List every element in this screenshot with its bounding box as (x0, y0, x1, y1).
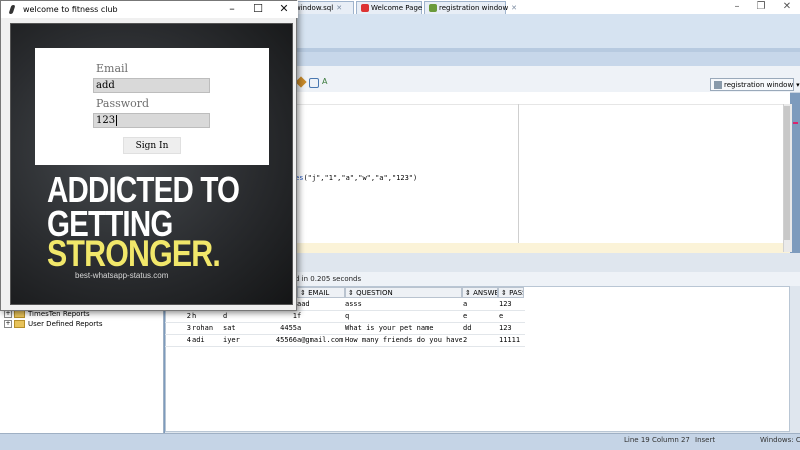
tab-label: Welcome Page (371, 4, 423, 12)
edit-mode: Insert (695, 436, 716, 444)
sort-icon: ⇕ (501, 289, 507, 297)
editor-scrollbar-thumb[interactable] (784, 106, 790, 240)
cell-phone: 1 (292, 312, 297, 320)
tab-label: window.sql (295, 4, 334, 12)
table-row[interactable]: 3 rohan sat 4455 a What is your pet name… (165, 323, 525, 335)
tab-registration-window[interactable]: registration window ✕ (424, 1, 517, 14)
error-marker (793, 122, 798, 124)
explain-plan-icon[interactable] (309, 78, 319, 88)
tree-item-label: User Defined Reports (28, 320, 103, 328)
column-header-answer[interactable]: ⇕ ANSWER (462, 287, 498, 298)
cell-first-name: rohan (192, 324, 214, 332)
sort-icon: ⇕ (465, 289, 471, 297)
cell-first-name: adi (192, 336, 205, 344)
column-header-question[interactable]: ⇕ QUESTION (345, 287, 462, 298)
poster-website: best-whatsapp-status.com (75, 271, 169, 280)
cell-question: q (345, 312, 350, 320)
password-field[interactable]: 123 (93, 113, 210, 128)
close-icon[interactable]: ✕ (336, 4, 342, 12)
connection-select[interactable]: registration window ▾ (710, 78, 800, 91)
text-caret (116, 115, 118, 126)
fitness-login-window: welcome to fitness club – ☐ ✕ Email add … (0, 0, 298, 311)
database-icon (714, 81, 722, 89)
cell-email: a (297, 324, 302, 332)
cell-answer: a (463, 300, 468, 308)
cell-last-name: d (223, 312, 228, 320)
close-button[interactable]: ✕ (271, 1, 297, 18)
query-status-message: d in 0.205 seconds (295, 275, 362, 283)
password-label: Password (96, 97, 150, 110)
row-number: 3 (186, 324, 191, 332)
cell-pass: e (499, 312, 504, 320)
cell-phone: 4455 (280, 324, 297, 332)
code-values: ("j","1","a","w","a","123") (303, 174, 418, 182)
table-row[interactable]: 4 adi iyer 45566 a@gmail.com How many fr… (165, 335, 525, 347)
expand-icon[interactable]: + (4, 320, 12, 328)
sign-in-button[interactable]: Sign In (123, 137, 181, 154)
cell-last-name: iyer (223, 336, 240, 344)
cell-answer: dd (463, 324, 472, 332)
connection-icon (429, 4, 437, 12)
minimize-button[interactable]: – (219, 1, 245, 18)
connection-label: registration window (724, 81, 794, 89)
ide-minimize-button[interactable]: – (726, 0, 748, 14)
tree-item-label: TimesTen Reports (28, 310, 90, 318)
table-row[interactable]: 2 h d 1 f q e e (165, 311, 525, 323)
cell-email: f (297, 312, 302, 320)
password-value: 123 (96, 115, 116, 126)
cell-question: What is your pet name (345, 324, 434, 332)
cell-question: How many friends do you have (345, 336, 462, 344)
tab-window-sql[interactable]: window.sql ✕ (290, 1, 354, 14)
cell-answer: 2 (463, 336, 468, 344)
row-number: 4 (186, 336, 191, 344)
chevron-down-icon: ▾ (796, 81, 800, 89)
email-value: add (96, 80, 115, 91)
window-title: welcome to fitness club (23, 5, 118, 14)
editor-split-divider[interactable] (518, 104, 519, 243)
sort-icon: ⇕ (300, 289, 306, 297)
row-number: 2 (186, 312, 191, 320)
email-field[interactable]: add (93, 78, 210, 93)
cell-pass: 123 (499, 324, 512, 332)
maximize-button[interactable]: ☐ (245, 1, 271, 18)
code-line: es("j","1","a","w","a","123") (295, 174, 417, 182)
ide-maximize-button[interactable]: ❐ (750, 0, 772, 14)
sort-icon: ⇕ (348, 289, 354, 297)
tab-welcome-page[interactable]: Welcome Page✕ (356, 1, 431, 14)
cell-question: asss (345, 300, 362, 308)
cell-last-name: sat (223, 324, 236, 332)
cell-pass: 123 (499, 300, 512, 308)
column-header-email[interactable]: ⇕ EMAIL (297, 287, 345, 298)
expand-icon[interactable]: + (4, 310, 12, 318)
cell-first-name: h (192, 312, 197, 320)
ide-close-button[interactable]: ✕ (776, 0, 798, 14)
folder-icon (14, 310, 25, 318)
cursor-position: Line 19 Column 27 (624, 436, 690, 444)
cell-phone: 45566 (275, 336, 297, 344)
cell-email: a@gmail.com (297, 336, 344, 344)
column-header-pass[interactable]: ⇕ PASS (498, 287, 524, 298)
email-label: Email (96, 62, 129, 75)
autotrace-icon[interactable]: A (322, 77, 327, 86)
poster-line-3: STRONGER. (47, 233, 221, 274)
os-indicator: Windows: CI (760, 436, 800, 444)
close-icon[interactable]: ✕ (511, 4, 517, 12)
oracle-icon (361, 4, 369, 12)
tree-item-user-defined-reports[interactable]: + User Defined Reports (4, 319, 103, 329)
cell-pass: 11111 (499, 336, 521, 344)
cell-answer: e (463, 312, 468, 320)
folder-icon (14, 320, 25, 328)
cell-email: aad (297, 300, 310, 308)
tab-label: registration window (439, 4, 509, 12)
